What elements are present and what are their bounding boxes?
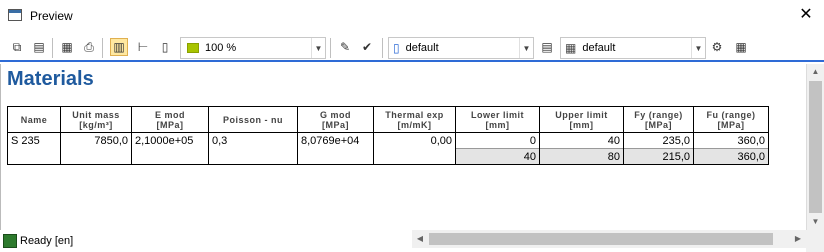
title-bar: Preview ✕	[0, 0, 824, 32]
copy-icon[interactable]: ⧉	[8, 38, 26, 56]
lower-limit-cell: 40	[455, 148, 540, 165]
column-header: Fu (range) [MPa]	[693, 106, 769, 133]
upper-limit-cell: 80	[539, 148, 624, 165]
chevron-down-icon[interactable]: ▼	[311, 38, 325, 58]
scroll-up-icon[interactable]: ▲	[807, 64, 824, 80]
table-style-value: default	[582, 42, 616, 54]
materials-table: Name Unit mass [kg/m³] E mod [MPa] Poisson…	[7, 106, 769, 165]
toolbar-separator	[382, 38, 383, 58]
lower-limit-cell: 0	[455, 132, 540, 149]
poisson-cell: 0,3	[208, 132, 298, 149]
column-header: Fy (range) [MPa]	[623, 106, 694, 133]
page-icon[interactable]: ▯	[156, 38, 174, 56]
fu-cell: 360,0	[693, 148, 769, 165]
column-header: E mod [MPa]	[131, 106, 209, 133]
page-width-icon[interactable]: ⊢	[134, 38, 152, 56]
window-icon	[8, 9, 22, 21]
close-button[interactable]: ✕	[796, 5, 816, 25]
scrollbar-thumb[interactable]	[429, 233, 773, 245]
column-header: Unit mass [kg/m³]	[60, 106, 132, 133]
empty-cell	[208, 148, 298, 165]
toolbar-separator	[52, 38, 53, 58]
table-row: 40 80 215,0 360,0	[7, 148, 769, 165]
table-row: S 235 7850,0 2,1000e+05 0,3 8,0769e+04 0…	[7, 132, 769, 149]
scroll-right-icon[interactable]: ▶	[790, 230, 806, 248]
toolbar: ⧉ ▤ ▦ ⎙ ▥ ⊢ ▯ 100 % ▼ ✎ ✔ ▯ default ▼ ▤ …	[0, 32, 824, 62]
status-text: Ready [en]	[20, 235, 74, 247]
preview-area: Materials Name Unit mass [kg/m³] E mod [MP…	[0, 64, 806, 230]
book-icon[interactable]: ▤	[538, 38, 556, 56]
style-select[interactable]: ▯ default ▼	[388, 37, 534, 59]
vertical-scrollbar[interactable]: ▲ ▼	[806, 64, 824, 230]
table-icon: ▦	[565, 41, 577, 55]
print-icon[interactable]: ⎙	[80, 38, 98, 56]
empty-cell	[373, 148, 456, 165]
image-export-green-icon[interactable]: ✔	[358, 38, 376, 56]
status-icon	[3, 234, 17, 248]
zoom-color-swatch	[187, 43, 199, 53]
page-title: Materials	[7, 68, 94, 90]
empty-cell	[131, 148, 209, 165]
e-mod-cell: 2,1000e+05	[131, 132, 209, 149]
toolbar-separator	[102, 38, 103, 58]
fu-cell: 360,0	[693, 132, 769, 149]
grid-icon[interactable]: ▦	[732, 38, 750, 56]
window-title: Preview	[30, 9, 73, 23]
zoom-value: 100 %	[205, 42, 237, 54]
g-mod-cell: 8,0769e+04	[297, 132, 374, 149]
column-header: Name	[7, 106, 61, 133]
style-value: default	[405, 42, 439, 54]
upper-limit-cell: 40	[539, 132, 624, 149]
zoom-select[interactable]: 100 % ▼	[180, 37, 326, 59]
fy-cell: 235,0	[623, 132, 694, 149]
table-header-row: Name Unit mass [kg/m³] E mod [MPa] Poisson…	[7, 106, 769, 133]
horizontal-scrollbar[interactable]: ◀ ▶	[412, 230, 806, 248]
column-header: Upper limit [mm]	[539, 106, 624, 133]
image-export-icon[interactable]: ✎	[336, 38, 354, 56]
scrollbar-corner	[806, 230, 824, 252]
page-layout-icon[interactable]: ▥	[110, 38, 128, 56]
column-header: G mod [MPa]	[297, 106, 374, 133]
column-header: Lower limit [mm]	[455, 106, 540, 133]
table-style-select[interactable]: ▦ default ▼	[560, 37, 706, 59]
unit-mass-cell: 7850,0	[60, 132, 132, 149]
print-preview-icon[interactable]: ▦	[58, 38, 76, 56]
column-header: Poisson - nu	[208, 106, 298, 133]
thermal-exp-cell: 0,00	[373, 132, 456, 149]
export-icon[interactable]: ▤	[30, 38, 48, 56]
chevron-down-icon[interactable]: ▼	[691, 38, 705, 58]
status-bar: Ready [en]	[0, 230, 412, 252]
material-name: S 235	[7, 132, 61, 149]
scrollbar-thumb[interactable]	[809, 81, 822, 213]
empty-cell	[7, 148, 61, 165]
fy-cell: 215,0	[623, 148, 694, 165]
page-style-icon: ▯	[393, 41, 400, 55]
column-header: Thermal exp [m/mK]	[373, 106, 456, 133]
chevron-down-icon[interactable]: ▼	[519, 38, 533, 58]
settings-icon[interactable]: ⚙	[708, 38, 726, 56]
scroll-down-icon[interactable]: ▼	[807, 214, 824, 230]
empty-cell	[297, 148, 374, 165]
toolbar-separator	[330, 38, 331, 58]
empty-cell	[60, 148, 132, 165]
scroll-left-icon[interactable]: ◀	[412, 230, 428, 248]
